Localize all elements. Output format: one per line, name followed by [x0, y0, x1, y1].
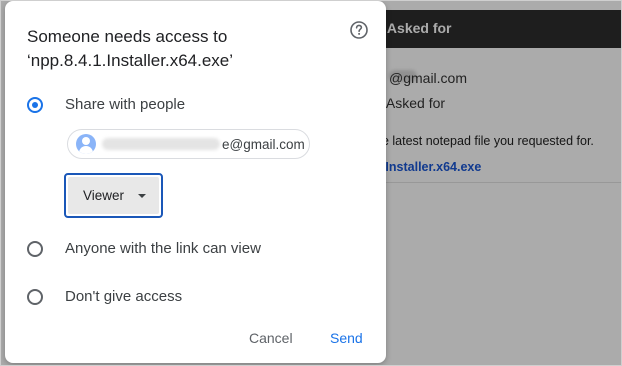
- option-anyone-with-link[interactable]: Anyone with the link can view: [27, 240, 261, 257]
- person-avatar-icon: [76, 134, 96, 154]
- radio-share-with-people[interactable]: [27, 96, 43, 113]
- permission-dropdown[interactable]: Viewer: [64, 173, 163, 218]
- dialog-title: Someone needs access to ‘npp.8.4.1.Insta…: [27, 27, 234, 70]
- option-label-share-with-people: Share with people: [65, 96, 186, 113]
- share-access-dialog: Someone needs access to ‘npp.8.4.1.Insta…: [5, 1, 386, 363]
- help-icon[interactable]: [348, 19, 370, 41]
- radio-anyone-with-link[interactable]: [27, 240, 43, 257]
- permission-dropdown-inner: Viewer: [68, 177, 159, 214]
- caret-down-icon: [138, 193, 147, 198]
- permission-selected: Viewer: [83, 188, 125, 203]
- option-share-with-people[interactable]: Share with people: [27, 96, 185, 113]
- cancel-button[interactable]: Cancel: [249, 330, 293, 346]
- radio-dont-give-access[interactable]: [27, 288, 43, 305]
- screen: u Asked for @gmail.com u Asked for he la…: [0, 0, 622, 366]
- option-label-anyone-with-link: Anyone with the link can view: [65, 240, 261, 257]
- recipient-chip[interactable]: e@gmail.com: [67, 129, 310, 159]
- recipient-email: e@gmail.com: [222, 136, 305, 152]
- option-label-dont-give-access: Don't give access: [65, 288, 183, 305]
- redacted-email: [102, 138, 220, 150]
- option-dont-give-access[interactable]: Don't give access: [27, 288, 182, 305]
- send-button[interactable]: Send: [330, 330, 363, 346]
